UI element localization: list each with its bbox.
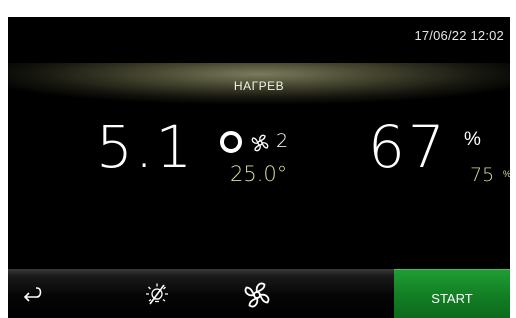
start-button-label: START bbox=[431, 290, 473, 306]
humidity-unit: % bbox=[464, 129, 481, 150]
current-humidity: 67 bbox=[368, 113, 448, 181]
start-button[interactable]: START bbox=[394, 269, 510, 318]
degree-symbol bbox=[220, 131, 242, 153]
fan-icon bbox=[244, 282, 270, 308]
fan-button[interactable] bbox=[242, 280, 272, 310]
return-arrow-icon bbox=[23, 287, 42, 302]
current-temperature: 5.1 bbox=[96, 113, 195, 181]
fan-icon bbox=[251, 134, 269, 152]
datetime-display: 17/06/22 12:02 bbox=[414, 28, 504, 43]
light-toggle-button[interactable] bbox=[142, 280, 172, 310]
fan-speed-value: 2 bbox=[276, 130, 289, 152]
back-button[interactable] bbox=[18, 281, 46, 307]
mode-label: НАГРЕВ bbox=[233, 79, 285, 93]
humidity-setpoint[interactable]: 75 bbox=[470, 164, 494, 186]
light-off-icon bbox=[146, 283, 168, 305]
humidity-setpoint-unit: % bbox=[503, 169, 510, 179]
temperature-setpoint[interactable]: 25.0° bbox=[230, 162, 287, 186]
controller-screen: 17/06/22 12:02 НАГРЕВ 5.1 2 25.0° 67 % 7… bbox=[8, 17, 510, 318]
